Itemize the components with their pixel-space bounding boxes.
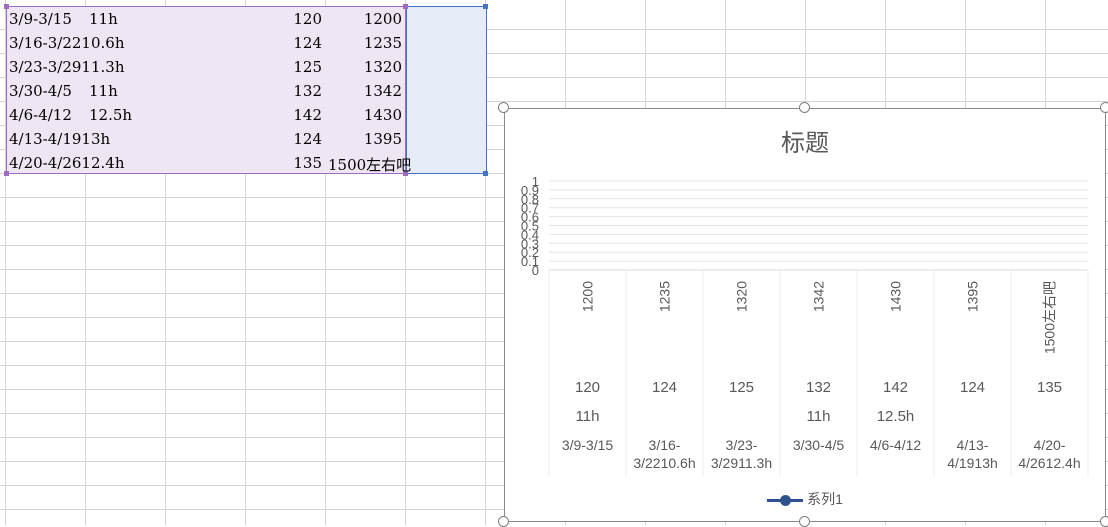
table-row: 3/9-3/15 11h 120 1200	[6, 7, 486, 31]
x-axis-label-level1: 1200	[580, 281, 596, 312]
x-axis-label-level4: 3/2210.6h	[633, 455, 695, 471]
legend-dot-marker	[780, 494, 792, 506]
cell-value-large[interactable]: 1342	[364, 82, 402, 100]
chart-resize-handle-top-right[interactable]	[1100, 102, 1108, 113]
x-axis-label-level4: 3/23-	[726, 437, 758, 453]
x-axis-label-level4: 4/6-4/12	[870, 437, 922, 453]
x-axis-label-level4: 4/1913h	[947, 455, 998, 471]
x-axis-label-level1: 1395	[965, 281, 981, 312]
plot-area[interactable]: 00.10.20.30.40.50.60.70.80.91120012011h3…	[505, 109, 1107, 523]
x-axis-label-level1: 1500左右吧	[1042, 281, 1058, 354]
x-axis-label-level1: 1320	[734, 281, 750, 312]
x-axis-label-level2: 124	[652, 379, 677, 396]
x-axis-label-level2: 124	[960, 379, 985, 396]
x-axis-label-level3: 11h	[576, 408, 600, 425]
x-axis-label-level4: 3/2911.3h	[711, 455, 772, 471]
x-axis-label-level1: 1235	[657, 281, 673, 312]
cell-value-small[interactable]: 120	[293, 10, 322, 28]
cell-date-range[interactable]: 3/16-3/2210.6h	[9, 34, 125, 52]
cell-value-small[interactable]: 142	[293, 106, 322, 124]
cell-date-range[interactable]: 3/23-3/2911.3h	[9, 58, 125, 76]
cell-value-large[interactable]: 1235	[364, 34, 402, 52]
table-row: 3/30-4/5 11h 132 1342	[6, 79, 486, 103]
cell-value-large[interactable]: 1430	[364, 106, 402, 124]
table-row: 3/23-3/2911.3h 125 1320	[6, 55, 486, 79]
chart-resize-handle-top-center[interactable]	[799, 102, 810, 113]
x-axis-label-level2: 132	[806, 379, 831, 396]
cell-date-range[interactable]: 3/9-3/15	[9, 10, 72, 28]
cell-date-range[interactable]: 4/6-4/12	[9, 106, 72, 124]
legend-label: 系列1	[807, 491, 843, 507]
cell-value-large[interactable]: 1395	[364, 130, 402, 148]
cell-value-small[interactable]: 125	[293, 58, 322, 76]
x-axis-label-level3: 11h	[807, 408, 831, 425]
cell-date-range[interactable]: 3/30-4/5	[9, 82, 72, 100]
legend-line-marker	[767, 494, 804, 506]
cell-hours[interactable]: 12.5h	[89, 106, 132, 124]
cell-value-large[interactable]: 1500左右吧	[328, 154, 411, 175]
x-axis-label-level2: 135	[1037, 379, 1062, 396]
x-axis-label-level4: 4/20-	[1034, 437, 1066, 453]
table-row: 4/6-4/12 12.5h 142 1430	[6, 103, 486, 127]
x-axis-label-level4: 3/16-	[649, 437, 681, 453]
cell-date-range[interactable]: 4/13-4/1913h	[9, 130, 110, 148]
x-axis-label-level4: 4/13-	[957, 437, 989, 453]
chart-legend[interactable]: 系列1	[505, 489, 1105, 509]
chart-resize-handle-top-left[interactable]	[498, 102, 509, 113]
cell-hours[interactable]: 11h	[89, 82, 118, 100]
x-axis-label-level2: 120	[575, 379, 600, 396]
cell-value-large[interactable]: 1320	[364, 58, 402, 76]
x-axis-label-level4: 3/9-3/15	[562, 437, 614, 453]
x-axis-label-level4: 3/30-4/5	[793, 437, 845, 453]
cell-value-small[interactable]: 135	[293, 154, 322, 172]
chart-resize-handle-bottom-left[interactable]	[498, 516, 509, 527]
table-row: 4/13-4/1913h 124 1395	[6, 127, 486, 151]
x-axis-label-level4: 4/2612.4h	[1018, 455, 1080, 471]
cell-hours[interactable]: 11h	[89, 10, 118, 28]
chart-resize-handle-bottom-right[interactable]	[1100, 516, 1108, 527]
x-axis-label-level1: 1430	[888, 281, 904, 312]
cell-value-large[interactable]: 1200	[364, 10, 402, 28]
cell-value-small[interactable]: 124	[293, 130, 322, 148]
table-row: 3/16-3/2210.6h 124 1235	[6, 31, 486, 55]
y-tick-label: 1	[532, 174, 539, 189]
x-axis-label-level2: 125	[729, 379, 754, 396]
cell-date-range[interactable]: 4/20-4/2612.4h	[9, 154, 125, 172]
x-axis-label-level3: 12.5h	[877, 408, 915, 425]
x-axis-label-level2: 142	[883, 379, 908, 396]
cell-value-small[interactable]: 132	[293, 82, 322, 100]
x-axis-label-level1: 1342	[811, 281, 827, 312]
chart-area[interactable]: 标题 0 0.1 0.2 0.3 0.4 0.5 0.6 0.7 0.8 0.9 1 1200 120 1…	[504, 108, 1106, 522]
chart-resize-handle-bottom-center[interactable]	[799, 516, 810, 527]
cell-value-small[interactable]: 124	[293, 34, 322, 52]
table-row: 4/20-4/2612.4h 135 1500左右吧	[6, 151, 486, 175]
